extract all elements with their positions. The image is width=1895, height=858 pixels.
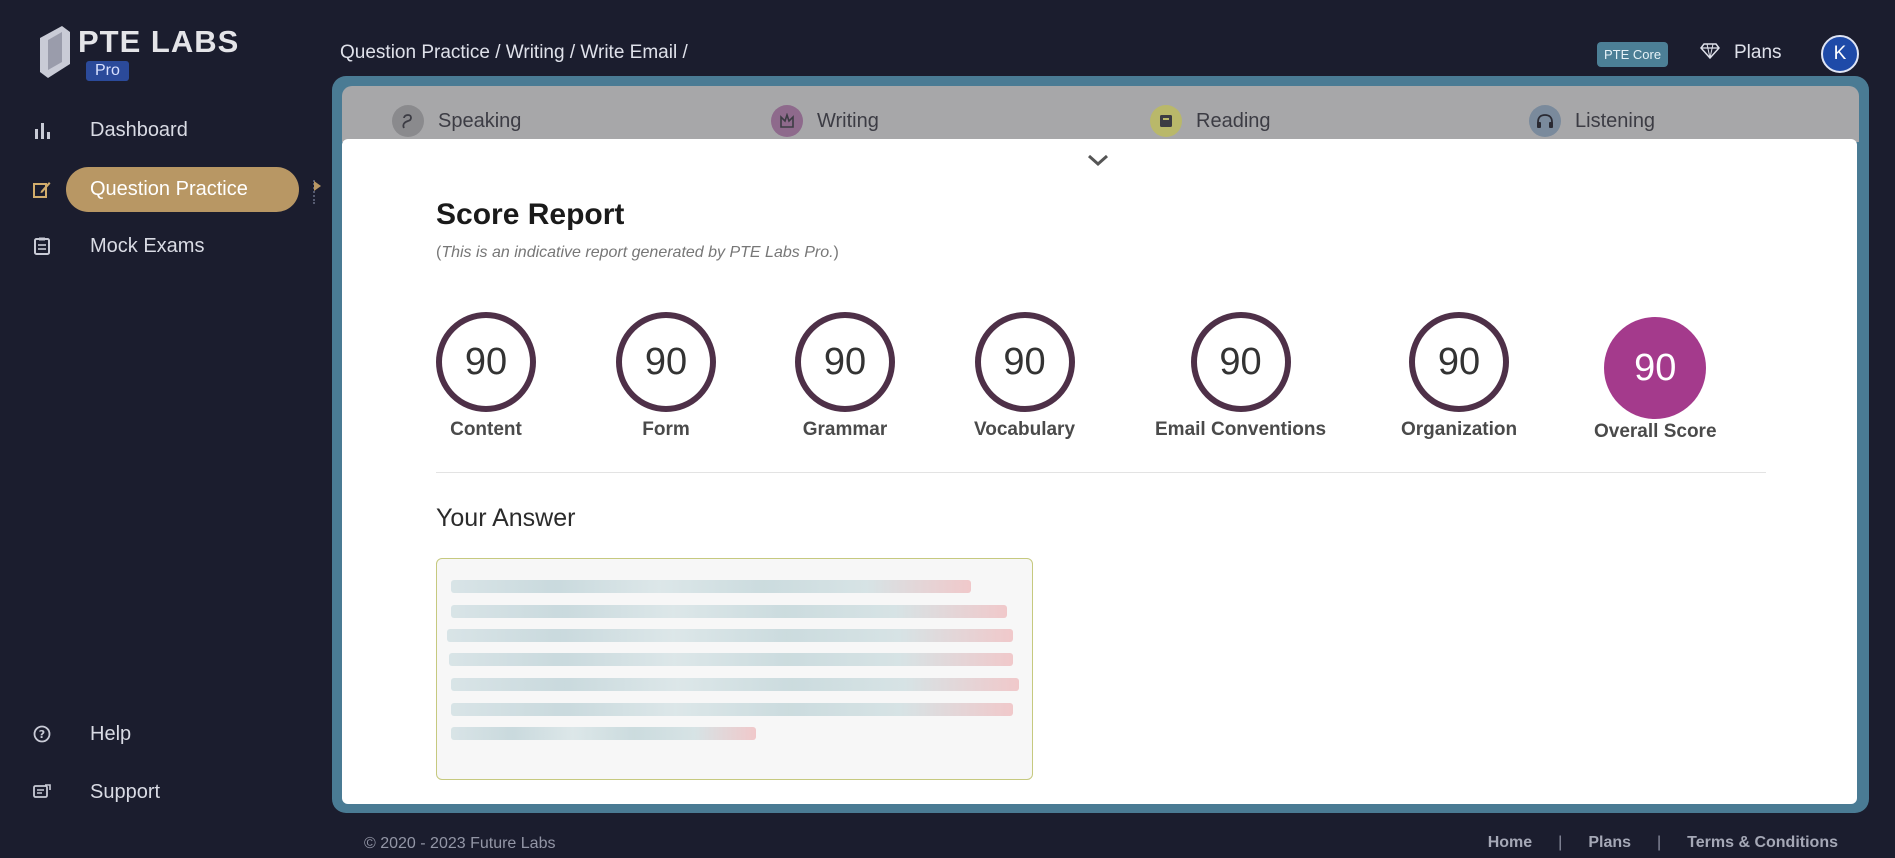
- tab-writing[interactable]: Writing: [771, 105, 879, 137]
- brand-title: PTE LABS: [78, 24, 240, 59]
- sidebar-item-label: Support: [90, 780, 161, 803]
- redacted-text-line: [451, 605, 1007, 618]
- logo-icon: [40, 26, 70, 78]
- tab-reading[interactable]: Reading: [1150, 105, 1271, 137]
- score-grammar: 90 Grammar: [795, 312, 895, 441]
- score-content: 90 Content: [436, 312, 536, 441]
- footer-separator: |: [1657, 834, 1662, 851]
- footer-link-home[interactable]: Home: [1488, 834, 1532, 852]
- product-badge[interactable]: PTE Core: [1597, 42, 1669, 67]
- bar-chart-icon: [33, 121, 51, 139]
- tab-label: Speaking: [438, 109, 522, 132]
- redacted-text-line: [451, 727, 756, 740]
- listening-icon: [1529, 105, 1561, 137]
- footer-links: Home | Plans | Terms & Conditions: [1488, 834, 1838, 852]
- overall-score-circle: 90: [1604, 317, 1707, 419]
- svg-text:?: ?: [39, 728, 45, 741]
- redacted-text-line: [447, 629, 1013, 642]
- score-label: Email Conventions: [1155, 419, 1327, 440]
- tab-listening[interactable]: Listening: [1529, 105, 1655, 137]
- plans-label: Plans: [1734, 42, 1782, 63]
- avatar[interactable]: K: [1821, 35, 1859, 73]
- score-vocabulary: 90 Vocabulary: [974, 312, 1075, 441]
- answer-title: Your Answer: [436, 504, 576, 532]
- tab-label: Listening: [1575, 109, 1656, 132]
- score-ring: 90: [1409, 312, 1510, 412]
- clipboard-icon: [33, 237, 51, 255]
- answer-box[interactable]: [436, 558, 1033, 780]
- score-overall: 90 Overall Score: [1594, 312, 1717, 443]
- score-label: Form: [642, 419, 690, 440]
- tab-label: Reading: [1196, 109, 1271, 132]
- sidebar-item-label: Mock Exams: [90, 234, 205, 257]
- score-label: Organization: [1401, 419, 1518, 440]
- support-icon: [33, 783, 51, 801]
- redacted-text-line: [449, 653, 1013, 666]
- footer-link-terms[interactable]: Terms & Conditions: [1687, 834, 1838, 852]
- writing-icon: [771, 105, 803, 137]
- breadcrumb[interactable]: Question Practice / Writing / Write Emai…: [340, 42, 688, 64]
- tab-label: Writing: [817, 109, 879, 132]
- footer-separator: |: [1558, 834, 1563, 851]
- redacted-text-line: [451, 678, 1019, 691]
- subtitle-text: This is an indicative report generated b…: [441, 244, 834, 261]
- score-ring: 90: [974, 312, 1075, 412]
- score-label: Content: [450, 419, 522, 440]
- tab-speaking[interactable]: Speaking: [392, 105, 521, 137]
- sidebar-item-label: Dashboard: [90, 118, 188, 141]
- chevron-down-icon[interactable]: [1085, 147, 1111, 173]
- report-title: Score Report: [436, 198, 625, 231]
- edit-icon: [33, 180, 51, 198]
- score-ring: 90: [1190, 312, 1291, 412]
- copyright: © 2020 - 2023 Future Labs: [364, 835, 556, 852]
- collapse-arrow-icon[interactable]: [312, 179, 322, 195]
- footer-link-plans[interactable]: Plans: [1588, 834, 1631, 852]
- score-ring: 90: [436, 312, 536, 412]
- score-label: Grammar: [802, 419, 888, 440]
- score-ring: 90: [616, 312, 716, 412]
- sidebar-item-label: Help: [90, 722, 132, 745]
- speaking-icon: [392, 105, 424, 137]
- divider: [436, 472, 1766, 473]
- brand-badge: Pro: [86, 61, 129, 81]
- reading-icon: [1150, 105, 1182, 137]
- diamond-icon: [1700, 42, 1720, 64]
- score-email-conventions: 90 Email Conventions: [1155, 312, 1326, 441]
- score-ring: 90: [795, 312, 895, 412]
- help-icon: ?: [33, 725, 51, 743]
- redacted-text-line: [451, 580, 971, 593]
- sidebar-item-label: Question Practice: [90, 177, 248, 200]
- score-organization: 90 Organization: [1401, 312, 1517, 441]
- score-label: Overall Score: [1594, 421, 1717, 442]
- redacted-text-line: [451, 703, 1013, 716]
- subtitle-close: ): [833, 244, 839, 261]
- report-subtitle: (This is an indicative report generated …: [436, 244, 839, 262]
- brand-logo[interactable]: PTE LABS Pro: [38, 24, 239, 81]
- score-label: Vocabulary: [974, 419, 1076, 440]
- plans-link[interactable]: Plans: [1700, 42, 1782, 64]
- score-form: 90 Form: [616, 312, 716, 441]
